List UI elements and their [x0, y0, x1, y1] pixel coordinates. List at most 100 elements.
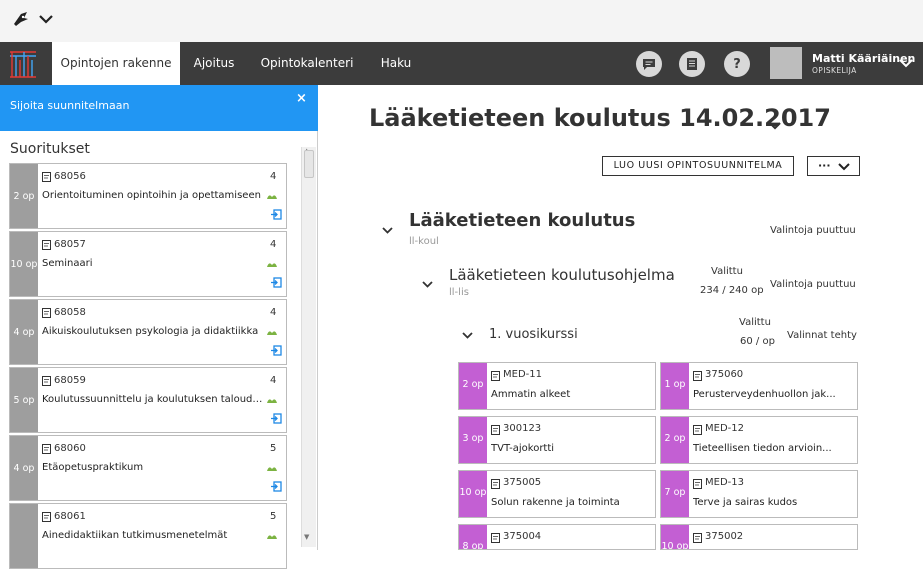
- list-item[interactable]: 68061 Ainedidaktiikan tutkimusmenetelmät…: [9, 503, 287, 569]
- list-item[interactable]: 4 op 68060 Etäopetuspraktikum 5: [9, 435, 287, 501]
- course-count: 5: [270, 443, 277, 454]
- course-card[interactable]: 8 op 375004: [458, 524, 656, 550]
- new-plan-button[interactable]: LUO UUSI OPINTOSUUNNITELMA: [602, 156, 794, 176]
- feather-logo-icon[interactable]: [12, 10, 30, 28]
- course-name: Orientoituminen opintoihin ja opettamise…: [42, 190, 261, 201]
- user-menu-chevron-icon[interactable]: [898, 56, 914, 70]
- tab-opintojen-rakenne[interactable]: Opintojen rakenne: [52, 42, 180, 85]
- course-code: MED-12: [705, 423, 744, 434]
- close-icon[interactable]: ×: [296, 91, 307, 106]
- course-count: 4: [270, 239, 277, 250]
- credits-label: 5 op: [13, 395, 35, 406]
- course-name: Etäopetuspraktikum: [42, 462, 144, 473]
- programme-code: ll-lis: [449, 287, 469, 298]
- list-item[interactable]: 4 op 68058 Aikuiskoulutuksen psykologia …: [9, 299, 287, 365]
- tab-opintokalenteri[interactable]: Opintokalenteri: [252, 42, 362, 85]
- leaf-icon: [267, 195, 277, 199]
- brand-logo-icon[interactable]: [8, 48, 38, 79]
- course-name: Solun rakenne ja toiminta: [491, 497, 620, 508]
- panel-title: Sijoita suunnitelmaan: [10, 99, 130, 112]
- course-doc-icon: [693, 479, 702, 489]
- credits-label: 7 op: [664, 487, 686, 498]
- course-name: Tieteellisen tiedon arvioin...: [693, 443, 832, 454]
- course-code: 300123: [503, 423, 542, 434]
- leaf-icon: [267, 399, 277, 403]
- course-doc-icon: [42, 376, 51, 386]
- help-button[interactable]: ?: [724, 51, 750, 77]
- course-count: 4: [270, 375, 277, 386]
- add-to-plan-icon[interactable]: [270, 345, 282, 356]
- course-code: 68059: [54, 375, 86, 386]
- course-card[interactable]: 10 op 375002: [660, 524, 858, 550]
- course-card[interactable]: 1 op 375060 Perusterveydenhuollon jak...: [660, 362, 858, 410]
- course-doc-icon: [42, 308, 51, 318]
- course-doc-icon: [693, 371, 702, 381]
- scroll-thumb[interactable]: [304, 150, 314, 178]
- notes-button[interactable]: [679, 51, 705, 77]
- course-code: MED-11: [503, 369, 542, 380]
- collapse-programme-icon[interactable]: [422, 280, 433, 289]
- page-title: Lääketieteen koulutus 14.02.2017: [369, 104, 831, 132]
- course-name: Terve ja sairas kudos: [693, 497, 798, 508]
- year-title: 1. vuosikurssi: [489, 327, 578, 342]
- collapse-degree-icon[interactable]: [382, 226, 393, 235]
- course-card[interactable]: 10 op 375005 Solun rakenne ja toiminta: [458, 470, 656, 518]
- course-doc-icon: [42, 172, 51, 182]
- course-doc-icon: [491, 479, 500, 489]
- collapse-year-icon[interactable]: [462, 331, 473, 340]
- course-code: 375060: [705, 369, 744, 380]
- leaf-icon: [267, 263, 277, 267]
- programme-selected-label: Valittu: [711, 266, 743, 277]
- add-to-plan-icon[interactable]: [270, 209, 282, 220]
- leaf-icon: [267, 535, 277, 539]
- scroll-down-icon[interactable]: ▼: [304, 533, 309, 541]
- list-item[interactable]: 10 op 68057 Seminaari 4: [9, 231, 287, 297]
- chevron-down-icon[interactable]: [38, 12, 54, 26]
- user-role: OPISKELIJA: [812, 66, 857, 75]
- tab-ajoitus[interactable]: Ajoitus: [180, 42, 248, 85]
- programme-status: Valintoja puuttuu: [770, 279, 856, 290]
- course-doc-icon: [42, 512, 51, 522]
- course-card[interactable]: 7 op MED-13 Terve ja sairas kudos: [660, 470, 858, 518]
- course-count: 4: [270, 307, 277, 318]
- course-doc-icon: [491, 533, 500, 543]
- add-to-plan-icon[interactable]: [270, 481, 282, 492]
- panel-header: Sijoita suunnitelmaan ×: [0, 85, 318, 131]
- credits-label: 10 op: [10, 259, 38, 270]
- more-actions-button[interactable]: ···: [807, 156, 860, 176]
- more-dots: ···: [818, 159, 831, 172]
- course-name: Koulutussuunnittelu ja koulutuksen talou…: [42, 394, 266, 405]
- add-to-plan-icon[interactable]: [270, 277, 282, 288]
- course-doc-icon: [491, 371, 500, 381]
- course-doc-icon: [42, 444, 51, 454]
- programme-title: Lääketieteen koulutusohjelma: [449, 266, 675, 284]
- credits-label: 4 op: [13, 327, 35, 338]
- main-navbar: Opintojen rakenne Ajoitus Opintokalenter…: [0, 42, 923, 85]
- chevron-down-icon: [838, 163, 850, 171]
- add-to-plan-icon[interactable]: [270, 413, 282, 424]
- top-strip: [0, 0, 923, 42]
- avatar[interactable]: [770, 47, 802, 79]
- course-name: TVT-ajokortti: [491, 443, 555, 454]
- course-name: Seminaari: [42, 258, 93, 269]
- message-button[interactable]: [636, 51, 662, 77]
- course-code: 68058: [54, 307, 86, 318]
- course-card[interactable]: 2 op MED-12 Tieteellisen tiedon arvioin.…: [660, 416, 858, 464]
- degree-code: ll-koul: [409, 236, 439, 247]
- degree-status: Valintoja puuttuu: [770, 225, 856, 236]
- course-doc-icon: [693, 425, 702, 435]
- course-card[interactable]: 3 op 300123 TVT-ajokortti: [458, 416, 656, 464]
- panel-scrollbar[interactable]: ▲ ▼: [301, 147, 316, 547]
- tab-haku[interactable]: Haku: [366, 42, 426, 85]
- course-code: 375005: [503, 477, 542, 488]
- credits-label: 1 op: [664, 379, 686, 390]
- course-doc-icon: [42, 240, 51, 250]
- course-code: 375002: [705, 531, 744, 542]
- list-item[interactable]: 2 op 68056 Orientoituminen opintoihin ja…: [9, 163, 287, 229]
- credits-label: 2 op: [13, 191, 35, 202]
- course-count: 4: [270, 171, 277, 182]
- title-chevron-icon[interactable]: [768, 120, 782, 132]
- course-code: 68060: [54, 443, 86, 454]
- course-card[interactable]: 2 op MED-11 Ammatin alkeet: [458, 362, 656, 410]
- list-item[interactable]: 5 op 68059 Koulutussuunnittelu ja koulut…: [9, 367, 287, 433]
